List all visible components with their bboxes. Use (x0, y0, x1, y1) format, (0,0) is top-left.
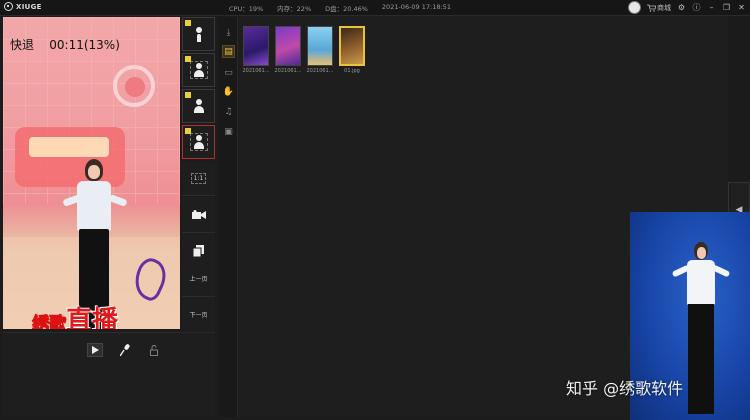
scene-badge (185, 20, 191, 26)
datetime: 2021-06-09 17:18:51 (381, 3, 451, 11)
live-preview[interactable]: 快退 00:11(13%) 绣歌直播 (3, 17, 180, 329)
prev-page-label: 上一页 (189, 276, 208, 283)
decor-planet (125, 77, 145, 97)
minimize-icon[interactable]: – (707, 3, 716, 12)
tool-strip: ⤓ ▤ ▭ ✋ ♫ ▣ (219, 17, 238, 417)
store-button[interactable]: 商城 (647, 3, 671, 13)
person-closeup-icon (189, 133, 208, 151)
close-icon[interactable]: ✕ (737, 3, 746, 12)
cart-icon (647, 4, 656, 12)
media-thumb-1[interactable] (243, 26, 269, 66)
hand-icon[interactable]: ✋ (222, 85, 235, 98)
live-caption: 绣歌直播 (32, 300, 118, 329)
next-page-button[interactable]: 下一页 (182, 297, 215, 333)
person-frame-icon (189, 61, 208, 79)
playback-status: 快退 00:11(13%) (10, 38, 120, 52)
scene-buttons: 1:1 上一页 下一页 (182, 17, 215, 333)
media-label-2: 2021061... (274, 68, 302, 74)
person-bust-icon (193, 99, 205, 113)
gear-icon[interactable]: ⚙ (677, 3, 686, 12)
media-thumb-4[interactable] (339, 26, 365, 66)
logo-text: XIUGE (16, 2, 42, 11)
cpu-usage: CPU：19% (229, 5, 264, 13)
play-icon (92, 346, 99, 354)
play-button[interactable] (87, 343, 103, 357)
aspect-label: 1:1 (190, 173, 207, 184)
disk-usage: D盘：20.46% (325, 5, 368, 13)
camera-presenter-figure (671, 236, 731, 420)
media-thumb-2[interactable] (275, 26, 301, 66)
lock-icon (150, 344, 158, 356)
scene-badge (185, 56, 191, 62)
scene-badge (185, 92, 191, 98)
memory-usage: 内存：22% (277, 5, 312, 13)
music-icon[interactable]: ♫ (222, 105, 235, 118)
scene-button-1[interactable] (182, 17, 215, 51)
app-window: XIUGE CPU：19% 内存：22% D盘：20.46% 2021-06-0… (0, 0, 750, 420)
download-icon[interactable]: ⤓ (222, 26, 235, 39)
image-library-icon[interactable]: ▤ (222, 45, 235, 58)
system-stats: CPU：19% 内存：22% D盘：20.46% 2021-06-09 17:1… (229, 3, 451, 13)
media-label-4: 01.jpg (344, 68, 360, 74)
app-logo: XIUGE (4, 2, 42, 11)
microphone-icon (120, 344, 130, 356)
store-label: 商城 (657, 3, 671, 12)
scene-button-4[interactable] (182, 125, 215, 159)
person-icon (193, 27, 205, 42)
media-label-1: 2021061... (242, 68, 270, 74)
scene-button-3[interactable] (182, 89, 215, 123)
caption-live: 直播 (66, 306, 119, 329)
text-icon[interactable]: ▭ (222, 66, 235, 79)
caption-brand: 绣歌 (32, 314, 67, 329)
media-label-3: 2021061... (306, 68, 334, 74)
restore-icon[interactable]: ❐ (722, 3, 731, 12)
monitor-icon[interactable]: ▣ (222, 125, 235, 138)
scene-button-2[interactable] (182, 53, 215, 87)
video-camera-icon (191, 209, 206, 219)
media-thumb-3[interactable] (307, 26, 333, 66)
info-icon[interactable]: ⓘ (692, 3, 701, 12)
copy-icon (193, 244, 204, 257)
decor-stage-sign (29, 137, 109, 157)
title-bar: XIUGE CPU：19% 内存：22% D盘：20.46% 2021-06-0… (0, 0, 750, 16)
next-page-label: 下一页 (189, 312, 208, 319)
lock-button[interactable] (146, 343, 162, 357)
aspect-ratio-button[interactable]: 1:1 (182, 162, 215, 196)
logo-icon (4, 2, 13, 11)
avatar[interactable] (628, 1, 641, 14)
microphone-button[interactable] (117, 343, 133, 357)
titlebar-controls: 商城 ⚙ ⓘ – ❐ ✕ (628, 1, 746, 14)
scene-badge (185, 128, 191, 134)
preview-controls (3, 332, 215, 417)
camera-button[interactable] (182, 197, 215, 233)
watermark: 知乎 @绣歌软件 (566, 379, 684, 398)
prev-page-button[interactable]: 上一页 (182, 261, 215, 297)
